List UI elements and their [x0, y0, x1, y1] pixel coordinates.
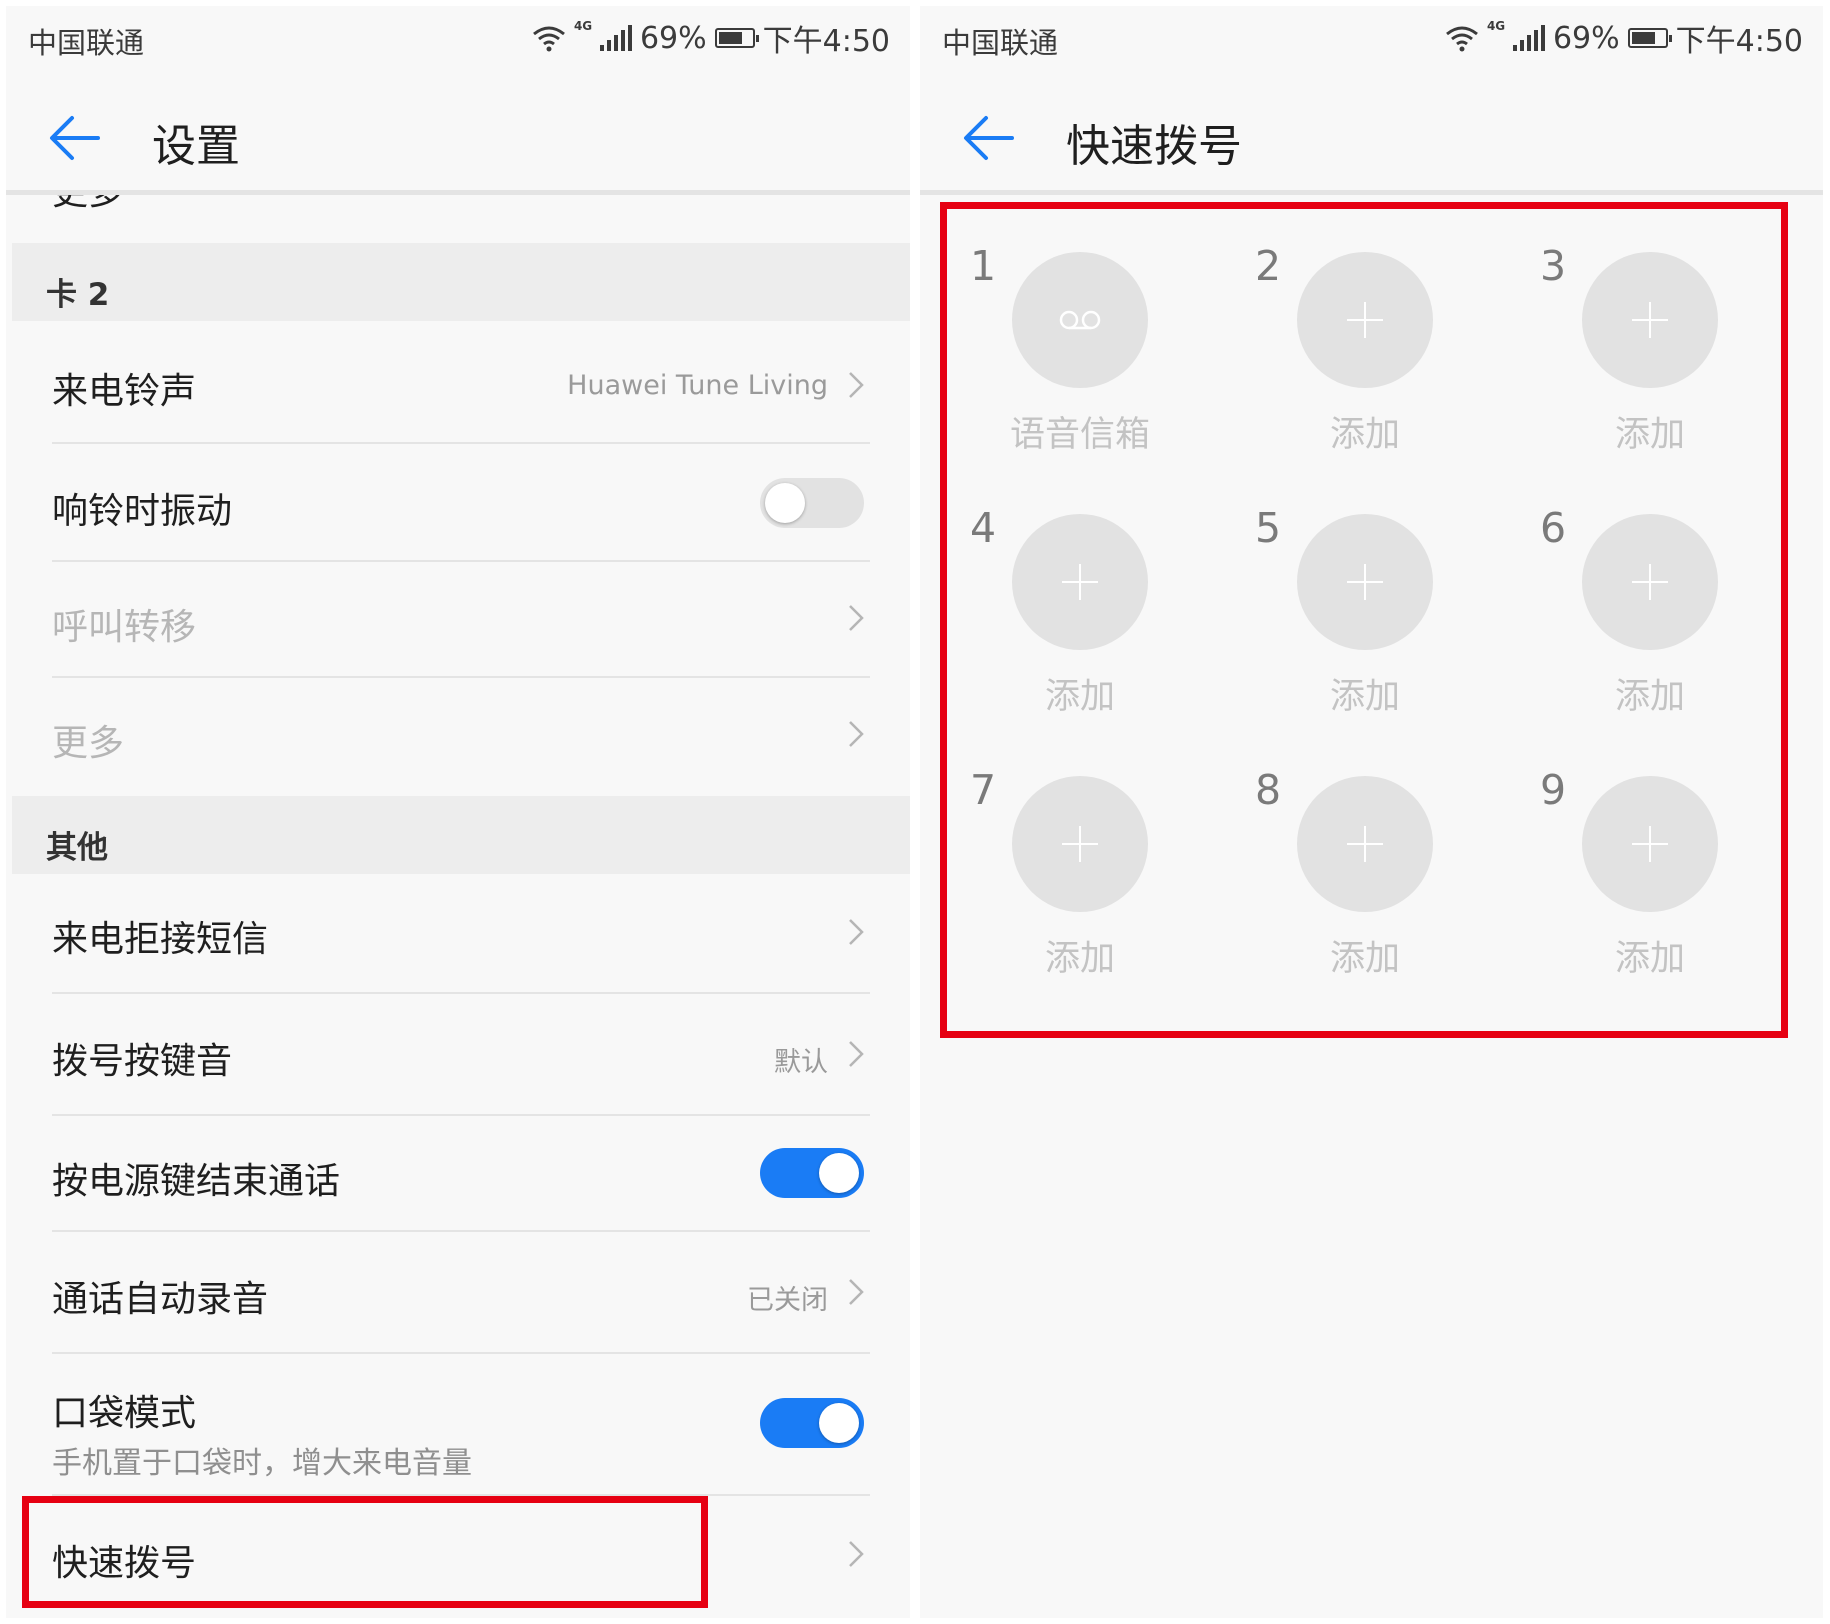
status-bar: 中国联通 4G 69% 下午4:50: [920, 6, 1823, 86]
pocket-mode-item[interactable]: 口袋模式 手机置于口袋时，增大来电音量: [6, 1354, 910, 1496]
network-type-label: 4G: [1486, 19, 1506, 33]
vibrate-toggle[interactable]: [760, 478, 864, 528]
list-item-partial[interactable]: 更多: [6, 195, 910, 211]
battery-icon: [714, 28, 759, 48]
settings-screen: 中国联通 4G 69% 下午4:50 设置 更多: [6, 6, 910, 1618]
section-header-card2: 卡 2: [12, 243, 910, 321]
pocket-mode-toggle[interactable]: [760, 1398, 864, 1448]
cellular-signal-icon: 4G: [574, 19, 632, 51]
page-title: 快速拨号: [1066, 121, 1242, 172]
wifi-icon: [1446, 26, 1478, 52]
vibrate-item[interactable]: 响铃时振动: [6, 444, 910, 562]
carrier-name: 中国联通: [28, 26, 145, 60]
highlight-box: [940, 202, 1788, 1038]
status-bar: 中国联通 4G 69% 下午4:50: [6, 6, 910, 86]
partial-item-label: 更多: [52, 195, 124, 211]
ringtone-item[interactable]: 来电铃声 Huawei Tune Living: [6, 326, 910, 444]
vibrate-label: 响铃时振动: [52, 491, 233, 532]
more-item[interactable]: 更多: [6, 678, 910, 794]
battery-icon: [1627, 28, 1672, 48]
call-forward-label: 呼叫转移: [52, 607, 197, 648]
chevron-right-icon: [849, 1279, 864, 1305]
power-end-call-item[interactable]: 按电源键结束通话: [6, 1116, 910, 1232]
auto-record-label: 通话自动录音: [52, 1279, 269, 1320]
network-type-label: 4G: [573, 19, 593, 33]
power-end-call-toggle[interactable]: [760, 1148, 864, 1198]
status-time: 下午4:50: [1675, 24, 1803, 59]
call-forward-item[interactable]: 呼叫转移: [6, 562, 910, 678]
section-label: 卡 2: [46, 277, 110, 313]
section-label: 其他: [46, 830, 108, 866]
speed-dial-screen: 中国联通 4G 69% 下午4:50 快速拨号 1 语音信箱 2 添加 3 添加 4 添加: [920, 6, 1823, 1618]
battery-percent: 69%: [639, 20, 707, 56]
reject-sms-item[interactable]: 来电拒接短信: [6, 874, 910, 994]
title-bar: 快速拨号: [920, 86, 1823, 195]
chevron-right-icon: [849, 1041, 864, 1067]
more-label: 更多: [52, 723, 125, 764]
ringtone-label: 来电铃声: [52, 371, 197, 412]
chevron-right-icon: [849, 605, 864, 631]
auto-record-item[interactable]: 通话自动录音 已关闭: [6, 1232, 910, 1354]
power-end-call-label: 按电源键结束通话: [52, 1161, 341, 1202]
section-header-other: 其他: [12, 796, 910, 874]
pocket-mode-label: 口袋模式: [52, 1393, 197, 1434]
battery-percent: 69%: [1552, 20, 1620, 56]
chevron-right-icon: [849, 919, 864, 945]
cellular-signal-icon: 4G: [1487, 19, 1545, 51]
pocket-mode-subtitle: 手机置于口袋时，增大来电音量: [52, 1446, 472, 1481]
back-arrow-icon[interactable]: [962, 112, 1016, 164]
chevron-right-icon: [849, 721, 864, 747]
back-arrow-icon[interactable]: [48, 112, 102, 164]
wifi-icon: [533, 26, 565, 52]
reject-sms-label: 来电拒接短信: [52, 919, 269, 960]
page-title: 设置: [152, 121, 240, 172]
highlight-box: [22, 1496, 708, 1608]
title-bar: 设置: [6, 86, 910, 195]
auto-record-value: 已关闭: [747, 1285, 828, 1316]
dial-tone-label: 拨号按键音: [52, 1041, 233, 1082]
chevron-right-icon: [849, 1541, 864, 1567]
dial-tone-value: 默认: [774, 1047, 828, 1078]
chevron-right-icon: [849, 372, 864, 398]
dial-tone-item[interactable]: 拨号按键音 默认: [6, 994, 910, 1116]
status-time: 下午4:50: [762, 24, 890, 59]
ringtone-value: Huawei Tune Living: [567, 370, 828, 401]
carrier-name: 中国联通: [942, 26, 1059, 60]
